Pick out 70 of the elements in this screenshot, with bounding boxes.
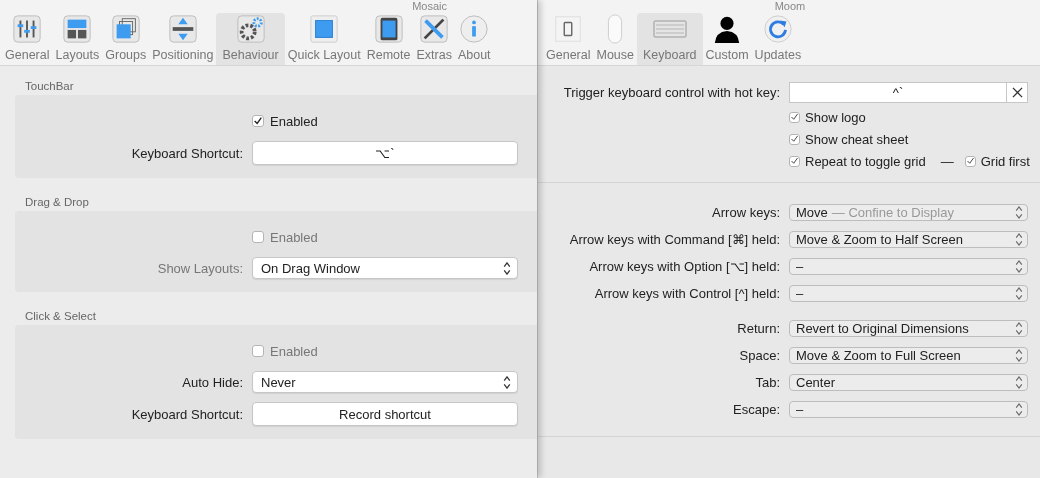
group-title: Click & Select — [25, 310, 97, 322]
updown-arrows-icon — [1015, 233, 1023, 246]
dropdown[interactable]: Move — Confine to Display — [789, 204, 1028, 221]
field-label: Return: — [736, 321, 781, 336]
checkbox-label: Repeat to toggle grid — [805, 153, 926, 169]
shortcut-field[interactable]: Record shortcut — [252, 402, 518, 426]
dropdown[interactable]: Center — [789, 374, 1028, 391]
field-label: Trigger keyboard control with hot key: — [562, 85, 781, 100]
updown-arrows-icon — [1015, 287, 1023, 300]
window-title: Mosaic — [412, 0, 447, 12]
field-label: Arrow keys with Command [⌘] held: — [568, 232, 781, 247]
field-label: Arrow keys: — [711, 205, 781, 220]
checkbox[interactable] — [964, 155, 976, 167]
field-label: Tab: — [754, 375, 781, 390]
toolbar-tab[interactable]: Layouts — [52, 13, 103, 65]
dash-separator: — — [940, 153, 954, 169]
field-label: Show Layouts: — [156, 260, 244, 276]
updown-arrows-icon — [1015, 403, 1023, 416]
dropdown[interactable]: – — [789, 285, 1028, 302]
shortcut-field[interactable]: ⌥` — [252, 141, 518, 165]
checkbox[interactable] — [789, 155, 800, 167]
updown-arrows-icon — [1015, 349, 1023, 362]
checkbox[interactable] — [252, 345, 264, 357]
toolbar-tab[interactable]: Quick Layout — [284, 13, 364, 65]
updown-arrows-icon — [1015, 206, 1023, 219]
toolbar-tab[interactable]: General — [543, 13, 594, 65]
window-title: Moom — [774, 0, 806, 12]
field-label: Keyboard Shortcut: — [130, 406, 244, 422]
toolbar-tab[interactable]: Remote — [363, 13, 414, 65]
checkbox-label: Grid first — [980, 153, 1030, 169]
toolbar-tab[interactable]: Mouse — [593, 13, 637, 65]
field-label: Arrow keys with Control [^] held: — [593, 286, 781, 301]
dropdown[interactable]: Never — [252, 371, 518, 393]
close-icon — [1011, 87, 1023, 98]
updown-arrows-icon — [503, 261, 511, 275]
toolbar-tab[interactable]: Groups — [102, 13, 150, 65]
toolbar-tab[interactable]: General — [2, 13, 53, 65]
field-label: Keyboard Shortcut: — [130, 145, 244, 161]
checkbox-label: Enabled — [270, 229, 318, 245]
toolbar-tab[interactable]: Positioning — [149, 13, 217, 65]
toolbar-tab[interactable]: Keyboard — [637, 13, 703, 65]
field-label: Arrow keys with Option [⌥] held: — [588, 259, 781, 274]
updown-arrows-icon — [1015, 376, 1023, 389]
group-title: TouchBar — [25, 80, 75, 92]
checkbox-label: Show logo — [805, 109, 866, 125]
toolbar-tab[interactable]: About — [454, 13, 494, 65]
checkbox[interactable] — [252, 231, 264, 243]
updown-arrows-icon — [1015, 260, 1023, 273]
updown-arrows-icon — [1015, 322, 1023, 335]
field-label: Auto Hide: — [181, 374, 244, 390]
checkbox-label: Enabled — [270, 343, 318, 359]
toolbar-tab[interactable]: Custom — [702, 13, 752, 65]
dropdown[interactable]: – — [789, 258, 1028, 275]
group-title: Drag & Drop — [25, 196, 90, 208]
dropdown[interactable]: – — [789, 401, 1028, 418]
checkbox[interactable] — [789, 111, 800, 123]
checkbox-label: Show cheat sheet — [805, 131, 909, 147]
checkbox-label: Enabled — [270, 113, 318, 129]
toolbar-tab[interactable]: Extras — [413, 13, 455, 65]
toolbar-tab[interactable]: Updates — [751, 13, 805, 65]
field-label: Escape: — [732, 402, 781, 417]
updown-arrows-icon — [503, 375, 511, 389]
toolbar-tab[interactable]: Behaviour — [216, 13, 285, 65]
dropdown[interactable]: Move & Zoom to Half Screen — [789, 231, 1028, 248]
dropdown[interactable]: Move & Zoom to Full Screen — [789, 347, 1028, 364]
dropdown[interactable]: Revert to Original Dimensions — [789, 320, 1028, 337]
field-label: Space: — [738, 348, 781, 363]
checkbox[interactable] — [789, 133, 800, 145]
checkbox[interactable] — [252, 115, 264, 127]
hotkey-field[interactable]: ^` — [789, 82, 1028, 103]
